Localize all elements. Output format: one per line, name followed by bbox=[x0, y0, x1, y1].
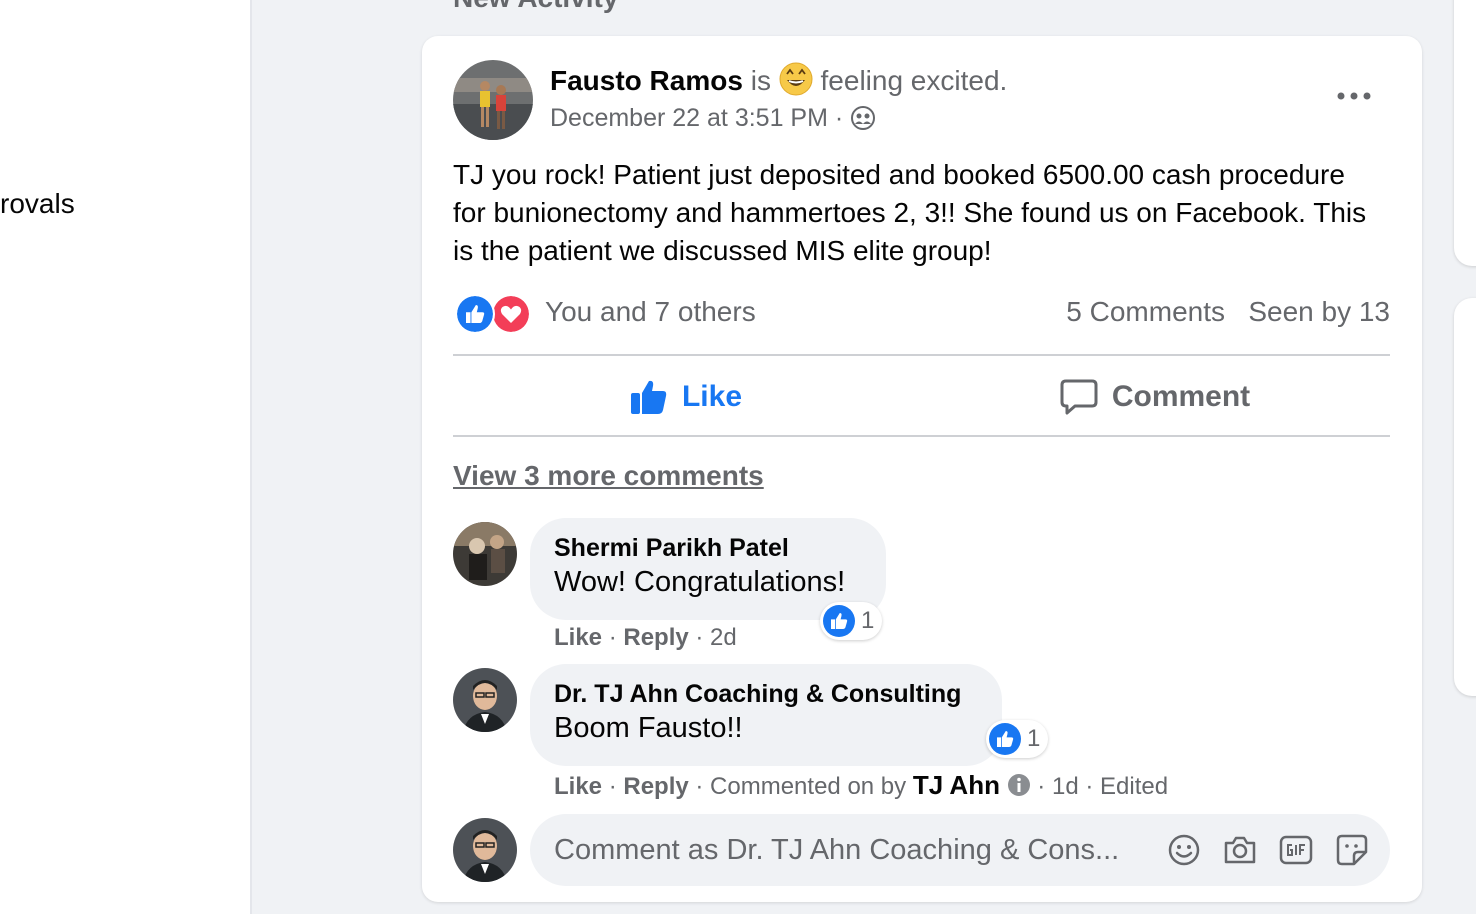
comment-reaction-count: 1 bbox=[1027, 725, 1041, 752]
comment-text: Boom Fausto!! bbox=[554, 712, 743, 744]
comment-bubble-icon bbox=[1060, 379, 1098, 415]
more-dots-icon bbox=[1337, 92, 1371, 100]
post-feeling: feeling excited. bbox=[820, 65, 1008, 96]
comment-reply-link[interactable]: Reply bbox=[623, 624, 688, 651]
section-title: New Activity bbox=[453, 0, 618, 14]
left-sidebar: rovals bbox=[0, 0, 252, 914]
comment-bubble: Dr. TJ Ahn Coaching & Consulting Boom Fa… bbox=[530, 664, 1049, 766]
comment-time[interactable]: 1d bbox=[1052, 773, 1079, 800]
comments-count[interactable]: 5 Comments bbox=[1066, 296, 1225, 328]
group-audience-icon[interactable] bbox=[850, 105, 876, 131]
excited-emoji-icon bbox=[779, 62, 813, 96]
comment-actions: Like · Reply · 2d bbox=[554, 624, 737, 651]
comment-actions: Like · Reply · Commented on by TJ Ahn · … bbox=[554, 770, 1169, 800]
like-reaction-icon bbox=[989, 723, 1021, 755]
comment-author[interactable]: Shermi Parikh Patel bbox=[554, 534, 789, 563]
post-card: Fausto Ramos is feeling excited. Decembe… bbox=[422, 36, 1422, 902]
comment-author[interactable]: Dr. TJ Ahn Coaching & Consulting bbox=[554, 680, 961, 709]
camera-icon[interactable] bbox=[1222, 832, 1258, 868]
sidebar-item-approvals[interactable]: rovals bbox=[0, 188, 75, 220]
post-meta: December 22 at 3:51 PM · bbox=[550, 104, 876, 133]
gif-icon[interactable] bbox=[1278, 832, 1314, 868]
like-button-label: Like bbox=[681, 380, 743, 413]
comment-reaction-badge[interactable]: 1 bbox=[820, 602, 883, 640]
right-card-edge bbox=[1454, 0, 1476, 266]
comment-reply-link[interactable]: Reply bbox=[623, 773, 688, 800]
like-reaction-icon bbox=[455, 294, 495, 334]
comment-text: Wow! Congratulations! bbox=[554, 566, 846, 598]
comment-reaction-badge[interactable]: 1 bbox=[986, 720, 1049, 758]
comment-time[interactable]: 2d bbox=[710, 624, 737, 651]
comment-bubble: Shermi Parikh Patel Wow! Congratulations… bbox=[530, 518, 886, 640]
divider bbox=[453, 435, 1390, 437]
reaction-icons[interactable] bbox=[455, 294, 533, 334]
author-avatar[interactable] bbox=[453, 60, 533, 140]
seen-by-count[interactable]: Seen by 13 bbox=[1248, 296, 1390, 328]
current-user-avatar[interactable] bbox=[453, 818, 517, 882]
thumbs-up-icon bbox=[630, 380, 667, 414]
post-options-button[interactable] bbox=[1328, 80, 1380, 112]
comment-like-link[interactable]: Like bbox=[554, 624, 602, 651]
post-body-text: TJ you rock! Patient just deposited and … bbox=[453, 159, 1367, 266]
like-reaction-icon bbox=[823, 605, 855, 637]
sticker-icon[interactable] bbox=[1334, 832, 1370, 868]
post-author-name[interactable]: Fausto Ramos bbox=[550, 65, 743, 96]
comment-button[interactable]: Comment bbox=[922, 362, 1388, 432]
commented-by-name[interactable]: TJ Ahn bbox=[913, 770, 1000, 800]
post-timestamp[interactable]: December 22 at 3:51 PM bbox=[550, 104, 828, 132]
divider bbox=[453, 354, 1390, 356]
meta-separator: · bbox=[834, 104, 844, 132]
commenter-avatar[interactable] bbox=[453, 522, 517, 586]
like-button[interactable]: Like bbox=[453, 362, 919, 432]
view-more-comments-link[interactable]: View 3 more comments bbox=[453, 460, 764, 492]
commenter-avatar[interactable] bbox=[453, 668, 517, 732]
post-verb: is bbox=[750, 65, 771, 96]
right-card-edge bbox=[1454, 298, 1476, 696]
emoji-icon[interactable] bbox=[1166, 832, 1202, 868]
reactions-row: You and 7 others 5 Comments Seen by 13 bbox=[453, 292, 1390, 336]
edited-label[interactable]: Edited bbox=[1100, 773, 1168, 800]
comment-like-link[interactable]: Like bbox=[554, 773, 602, 800]
comment-composer bbox=[530, 814, 1390, 886]
comment-reaction-count: 1 bbox=[861, 607, 875, 634]
info-icon[interactable] bbox=[1007, 773, 1031, 797]
comment-input[interactable] bbox=[554, 814, 1154, 886]
post-header: Fausto Ramos is feeling excited. bbox=[550, 62, 1007, 97]
love-reaction-icon bbox=[491, 294, 531, 334]
commented-on-by-label: Commented on by bbox=[710, 773, 907, 800]
comment-button-label: Comment bbox=[1111, 380, 1251, 413]
reaction-summary[interactable]: You and 7 others bbox=[545, 296, 756, 328]
